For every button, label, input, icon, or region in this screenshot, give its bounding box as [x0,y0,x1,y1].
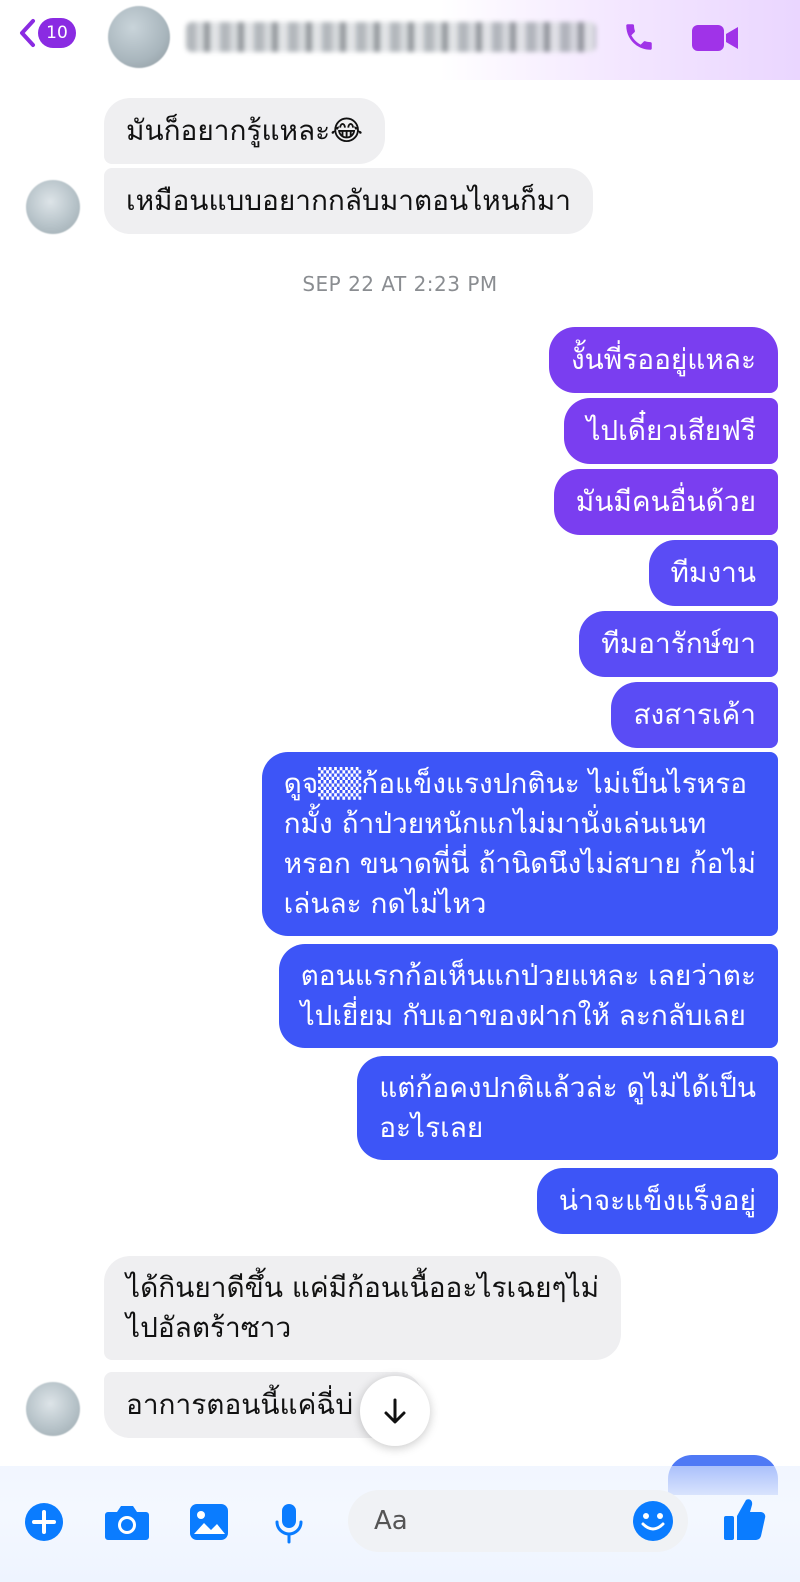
camera-icon[interactable] [104,1502,150,1542]
video-camera-icon[interactable] [690,22,740,54]
message-line: ตอนแรกก้อเห็นแกป่วยแหละ เลยว่าตะ [300,959,756,992]
message-line: อะไรเลย [379,1111,484,1144]
message-line: ไปอัลตร้าซาว [126,1311,292,1344]
message-line: หรอก ขนาดพี่นี่ ถ้านิดนึงไม่สบาย ก้อไม่ [283,847,756,880]
arrow-down-icon [384,1398,406,1424]
contact-avatar[interactable] [108,6,170,68]
contact-avatar-small[interactable] [26,1382,80,1436]
emoji-icon[interactable] [632,1500,674,1542]
timestamp-divider: SEP 22 AT 2:23 PM [302,272,498,296]
message-text: ทีมอารักษ์ขา [601,627,756,660]
message-line: เล่นละ กดไม่ไหว [283,887,487,920]
outgoing-message-bubble[interactable]: งั้นพี่รออยู่แหละ [548,327,778,393]
plus-icon[interactable] [24,1502,64,1542]
unread-count-badge: 10 [38,18,76,48]
message-line: ดูจ▒▒ก้อแข็งแรงปกตินะ ไม่เป็นไรหรอ [283,767,748,800]
message-text: มันก็อยากรู้แหละ😂 [126,114,363,147]
message-text: งั้นพี่รออยู่แหละ [570,343,756,376]
microphone-icon[interactable] [274,1502,304,1546]
outgoing-message-bubble[interactable]: ตอนแรกก้อเห็นแกป่วยแหละ เลยว่าตะ ไปเยี่ย… [278,944,778,1048]
contact-name-blurred[interactable] [186,22,596,52]
message-line: กมั้ง ถ้าป่วยหนักแกไม่มานั่งเล่นเนท [283,807,707,840]
message-text: ไปเดี๋ยวเสียฟรี [586,414,756,447]
incoming-message-bubble[interactable]: เหมือนแบบอยากกลับมาตอนไหนก็มา [104,168,593,234]
contact-avatar-small[interactable] [26,180,80,234]
outgoing-message-bubble[interactable]: น่าจะแข็งแร็งอยู่ [536,1168,778,1234]
outgoing-message-bubble[interactable]: สงสารเค้า [611,682,778,748]
incoming-message-bubble[interactable]: ได้กินยาดีขึ้น แค่มีก้อนเนื้ออะไรเฉยๆไม่… [104,1256,622,1360]
message-text: สงสารเค้า [633,698,756,731]
message-line: ได้กินยาดีขึ้น แค่มีก้อนเนื้ออะไรเฉยๆไม่ [126,1271,600,1304]
outgoing-message-bubble[interactable]: ทีมงาน [648,540,778,606]
outgoing-message-bubble[interactable]: แต่ก้อคงปกติแล้วล่ะ ดูไม่ได้เป็น อะไรเลย [357,1056,778,1160]
message-input-placeholder: Aa [374,1506,408,1536]
phone-icon[interactable] [622,20,656,54]
message-line: ไปเยี่ยม กับเอาของฝากให้ ละกลับเลย [300,999,746,1032]
message-line: แต่ก้อคงปกติแล้วล่ะ ดูไม่ได้เป็น [379,1071,756,1104]
image-icon[interactable] [188,1502,230,1542]
chevron-left-icon [20,19,35,47]
incoming-message-bubble[interactable]: มันก็อยากรู้แหละ😂 [104,98,385,164]
message-text: น่าจะแข็งแร็งอยู่ [558,1184,756,1217]
thumbs-up-icon[interactable] [722,1496,766,1542]
chat-header: 10 [0,0,800,80]
back-button[interactable]: 10 [18,18,76,48]
message-text: ทีมงาน [670,556,756,589]
outgoing-message-bubble[interactable]: มันมีคนอื่นด้วย [553,469,778,535]
message-text: อาการตอนนี้แค่ฉี่บ่ [126,1388,354,1421]
outgoing-message-bubble[interactable]: ไปเดี๋ยวเสียฟรี [564,398,778,464]
outgoing-message-bubble[interactable]: ดูจ▒▒ก้อแข็งแรงปกตินะ ไม่เป็นไรหรอ กมั้ง… [261,752,778,936]
message-text: มันมีคนอื่นด้วย [575,485,756,518]
outgoing-message-bubble[interactable]: ทีมอารักษ์ขา [579,611,778,677]
scroll-to-bottom-button[interactable] [360,1376,430,1446]
message-text: เหมือนแบบอยากกลับมาตอนไหนก็มา [126,184,571,217]
